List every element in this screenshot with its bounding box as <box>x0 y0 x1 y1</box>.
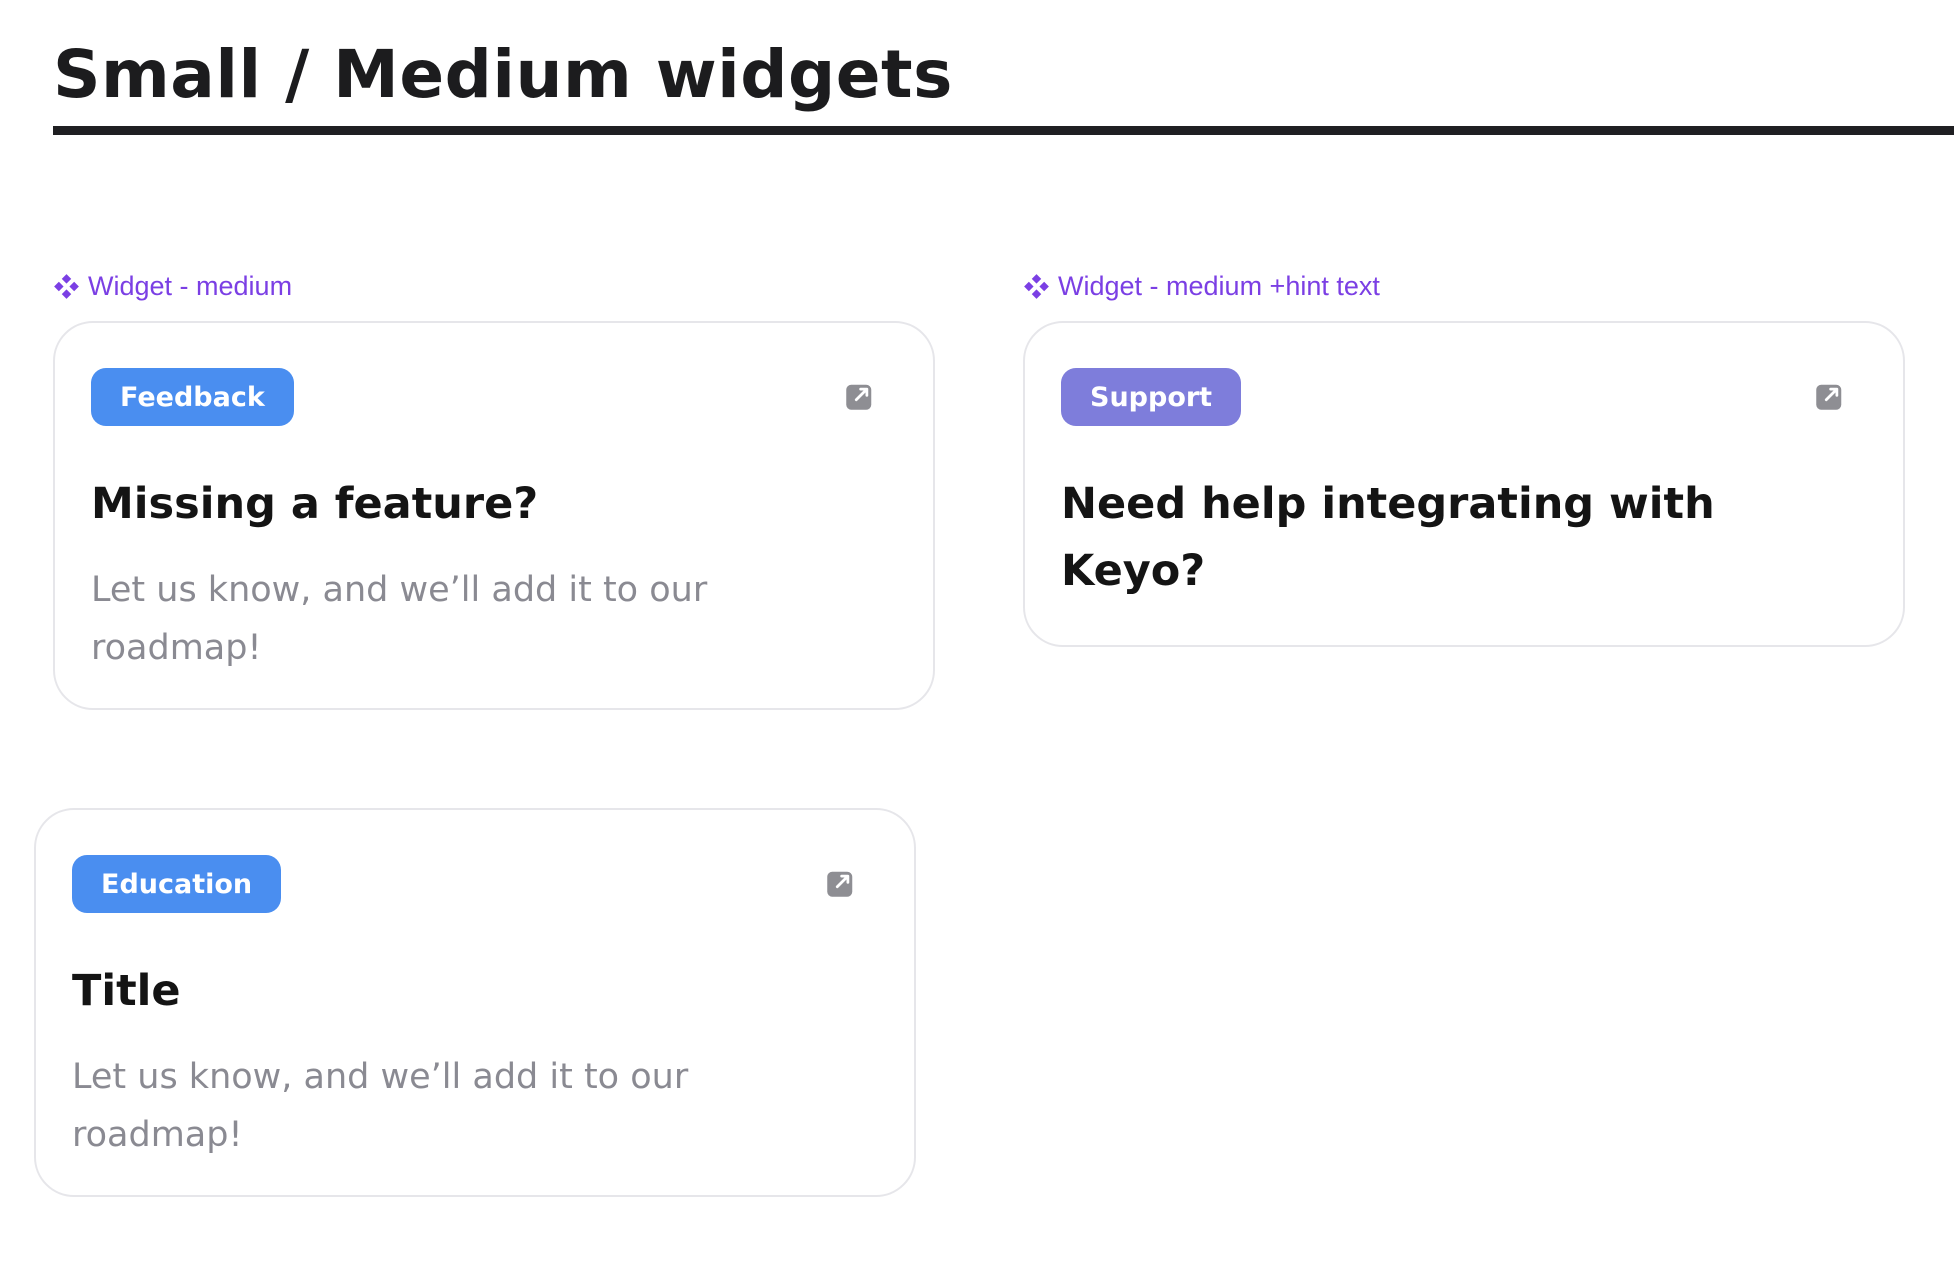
card-description: Let us know, and we’ll add it to our roa… <box>72 1057 689 1155</box>
component-label-widget-medium: Widget - medium <box>53 271 292 302</box>
component-label-text: Widget - medium +hint text <box>1058 271 1380 301</box>
widget-card-feedback[interactable]: Feedback Missing a feature? Let us know,… <box>53 321 935 710</box>
tag-feedback: Feedback <box>91 368 294 426</box>
card-title: Need help integrating with Keyo? <box>1061 479 1715 596</box>
component-diamond-icon <box>1024 274 1049 299</box>
external-link-icon[interactable] <box>826 868 856 898</box>
card-title: Title <box>72 966 181 1016</box>
tag-education: Education <box>72 855 282 913</box>
card-title: Missing a feature? <box>91 479 539 529</box>
external-link-icon[interactable] <box>845 381 875 411</box>
widget-card-support[interactable]: Support Need help integrating with Keyo? <box>1023 321 1905 647</box>
component-label-text: Widget - medium <box>88 271 293 301</box>
tag-support: Support <box>1061 368 1242 426</box>
card-description: Let us know, and we’ll add it to our roa… <box>91 570 708 668</box>
widget-card-education[interactable]: Education Title Let us know, and we’ll a… <box>34 808 916 1197</box>
component-diamond-icon <box>54 274 79 299</box>
page-title: Small / Medium widgets <box>53 36 953 113</box>
title-divider <box>53 126 1954 135</box>
component-label-widget-medium-hint: Widget - medium +hint text <box>1023 271 1380 302</box>
external-link-icon[interactable] <box>1815 381 1845 411</box>
